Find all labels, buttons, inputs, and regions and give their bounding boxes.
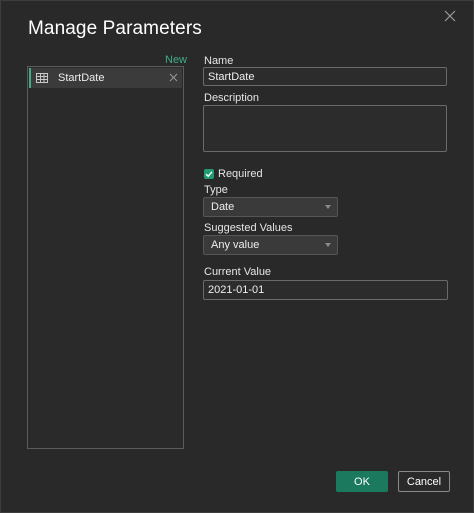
type-select-value: Date — [211, 201, 235, 213]
cancel-button[interactable]: Cancel — [398, 471, 450, 492]
dialog-title: Manage Parameters — [28, 18, 202, 39]
suggested-values-label: Suggested Values — [204, 222, 293, 234]
parameter-list-item-startdate[interactable]: StartDate — [29, 68, 182, 88]
manage-parameters-dialog: Manage Parameters New StartDate Name Des… — [0, 0, 474, 513]
ok-button[interactable]: OK — [336, 471, 388, 492]
name-label: Name — [204, 55, 234, 67]
chevron-down-icon — [325, 243, 331, 247]
required-checkbox[interactable] — [204, 169, 214, 179]
current-value-input[interactable] — [203, 280, 448, 300]
table-icon — [36, 73, 48, 83]
close-icon[interactable] — [443, 9, 457, 23]
required-label: Required — [218, 168, 263, 180]
parameter-list: StartDate — [27, 66, 184, 449]
type-label: Type — [204, 184, 228, 196]
description-label: Description — [204, 92, 260, 104]
description-input[interactable] — [203, 105, 447, 152]
name-input[interactable] — [203, 67, 447, 86]
current-value-label: Current Value — [204, 266, 272, 278]
parameter-list-item-label: StartDate — [58, 72, 105, 84]
chevron-down-icon — [325, 205, 331, 209]
suggested-values-select-value: Any value — [211, 239, 260, 251]
type-select[interactable]: Date — [203, 197, 338, 217]
suggested-values-select[interactable]: Any value — [203, 235, 338, 255]
new-parameter-link[interactable]: New — [165, 54, 187, 66]
remove-icon[interactable] — [169, 73, 178, 82]
checkmark-icon — [205, 171, 213, 178]
